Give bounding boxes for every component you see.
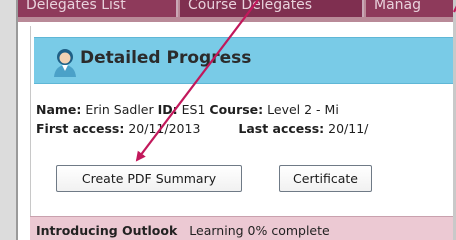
tab-delegates-list[interactable]: Delegates List <box>18 0 178 17</box>
course-value: Level 2 - Mi <box>267 102 339 117</box>
id-value: ES1 <box>181 102 206 117</box>
user-avatar-icon <box>54 49 76 77</box>
progress-course-name: Introducing Outlook <box>36 223 178 238</box>
course-progress-row: Introducing Outlook Learning 0% complete <box>30 216 453 240</box>
id-label: ID: <box>157 102 178 117</box>
tab-course-delegates[interactable]: Course Delegates <box>180 0 364 17</box>
last-access-label: Last access: <box>238 121 325 136</box>
info-row-access: First access: 20/11/2013 Last access: 20… <box>36 121 368 136</box>
progress-status: Learning 0% complete <box>189 223 330 238</box>
certificate-button[interactable]: Certificate <box>279 165 372 192</box>
outer-frame-left <box>0 0 16 240</box>
course-label: Course: <box>209 102 264 117</box>
tab-manage[interactable]: Manag <box>366 0 453 17</box>
name-value: Erin Sadler <box>85 102 154 117</box>
create-pdf-summary-button[interactable]: Create PDF Summary <box>56 165 242 192</box>
last-access-value: 20/11/ <box>328 121 369 136</box>
first-access-label: First access: <box>36 121 125 136</box>
info-row-identity: Name: Erin Sadler ID: ES1 Course: Level … <box>36 102 339 117</box>
name-label: Name: <box>36 102 82 117</box>
tab-bar: Delegates List Course Delegates Manag <box>18 0 453 22</box>
page-title: Detailed Progress <box>80 48 252 68</box>
first-access-value: 20/11/2013 <box>128 121 201 136</box>
frame-divider <box>16 0 18 240</box>
